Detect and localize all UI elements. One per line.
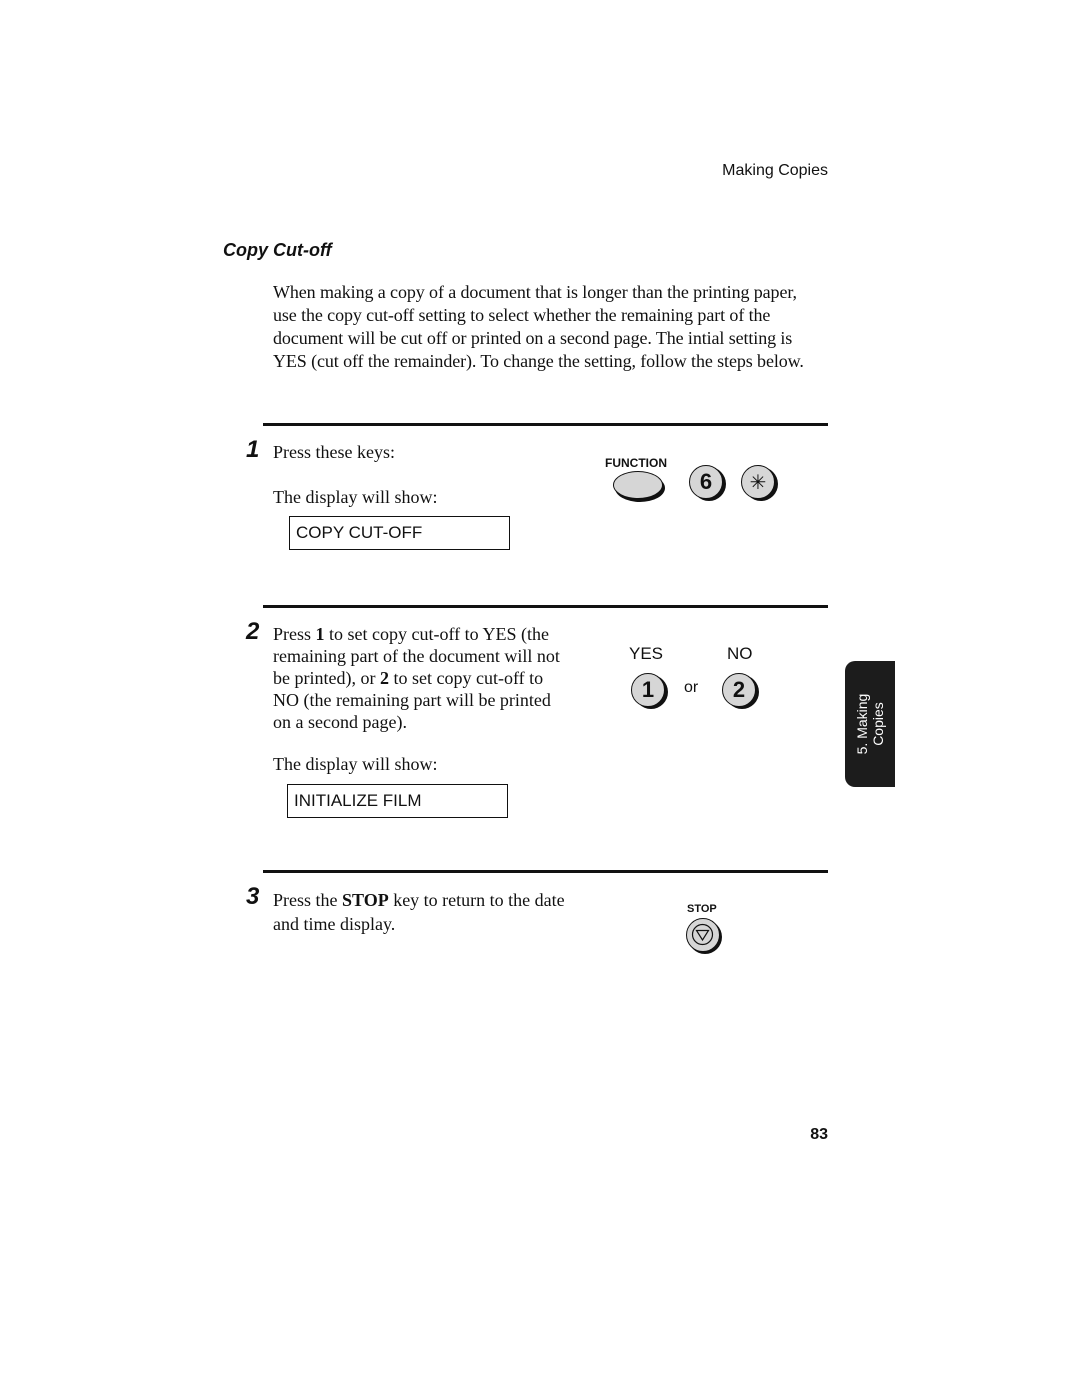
key-2[interactable]: 2: [722, 673, 756, 707]
text-run: Press the: [273, 890, 342, 910]
asterisk-icon: ✳: [749, 471, 767, 494]
step-text: Press these keys:: [273, 442, 395, 462]
stop-triangle-icon: [691, 923, 714, 946]
key-star[interactable]: ✳: [741, 465, 775, 499]
lcd-text: COPY CUT-OFF: [296, 523, 423, 542]
chapter-tab-label: 5. Making Copies: [854, 694, 886, 755]
step-text: Press 1 to set copy cut-off to YES (the …: [273, 623, 573, 733]
lcd-text: INITIALIZE FILM: [294, 791, 422, 810]
intro-paragraph: When making a copy of a document that is…: [273, 282, 804, 371]
step-number: 3: [246, 883, 260, 910]
function-key-label: FUNCTION: [605, 456, 667, 470]
key-1-label: 1: [641, 677, 655, 702]
key-ref: 2: [379, 668, 389, 688]
step-divider: [263, 870, 828, 873]
display-label: The display will show:: [273, 487, 438, 507]
key-2-label: 2: [732, 677, 746, 702]
key-6-label: 6: [699, 469, 713, 494]
stop-key[interactable]: [686, 918, 720, 952]
display-label: The display will show:: [273, 754, 438, 774]
step-text: Press the STOP key to return to the date…: [273, 888, 573, 936]
key-ref: 1: [315, 624, 325, 644]
running-header: Making Copies: [722, 162, 828, 179]
lcd-display: INITIALIZE FILM: [287, 784, 508, 818]
step-number: 2: [246, 618, 260, 645]
function-key[interactable]: [613, 471, 663, 499]
chapter-tab-line1: 5. Making: [854, 693, 870, 755]
or-label: or: [684, 679, 699, 696]
page-number: 83: [810, 1126, 828, 1143]
section-title: Copy Cut-off: [223, 240, 332, 260]
no-label: NO: [727, 644, 753, 663]
key-ref: STOP: [342, 890, 389, 910]
lcd-display: COPY CUT-OFF: [289, 516, 510, 550]
key-1[interactable]: 1: [631, 673, 665, 707]
chapter-tab-line2: Copies: [870, 702, 886, 746]
step-divider: [263, 605, 828, 608]
text-run: Press: [273, 624, 316, 644]
step-number: 1: [246, 436, 260, 463]
yes-label: YES: [629, 644, 664, 663]
stop-key-label: STOP: [687, 903, 717, 915]
step-divider: [263, 423, 828, 426]
chapter-tab[interactable]: 5. Making Copies: [845, 661, 895, 787]
key-6[interactable]: 6: [689, 465, 723, 499]
